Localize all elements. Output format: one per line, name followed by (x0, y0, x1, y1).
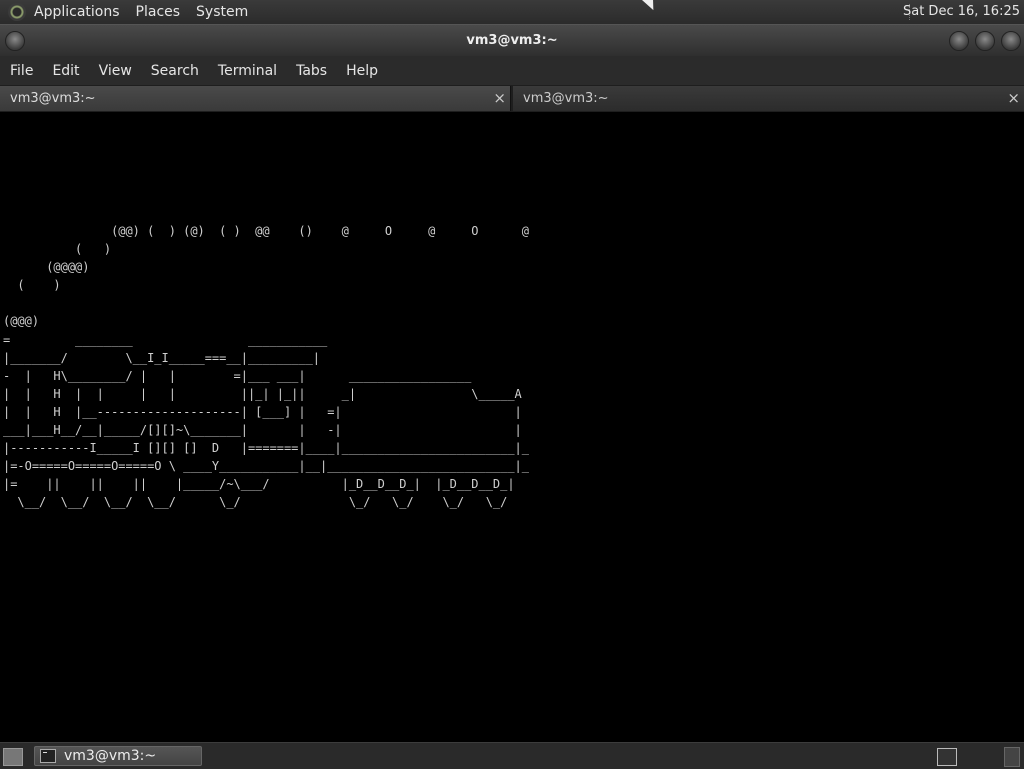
menu-tabs[interactable]: Tabs (286, 63, 336, 79)
close-window-button[interactable] (1001, 31, 1021, 51)
applications-menu[interactable]: Applications (34, 4, 120, 20)
tab-label: vm3@vm3:~ (10, 91, 96, 106)
top-panel: Applications Places System Sat Dec 16, 1… (0, 0, 1024, 24)
menu-view[interactable]: View (89, 63, 141, 79)
menubar: File Edit View Search Terminal Tabs Help (0, 56, 1024, 85)
terminal-area[interactable]: (@@) ( ) (@) ( ) @@ () @ O @ O @ ( ) (@@… (0, 112, 1024, 742)
terminal-icon (40, 749, 56, 763)
window-titlebar[interactable]: vm3@vm3:~ (0, 24, 1024, 57)
terminal-output: (@@) ( ) (@) ( ) @@ () @ O @ O @ ( ) (@@… (3, 224, 529, 510)
system-menu[interactable]: System (196, 4, 248, 20)
tab-1[interactable]: vm3@vm3:~ × (0, 86, 511, 111)
show-desktop-icon[interactable] (3, 748, 23, 766)
menu-search[interactable]: Search (141, 63, 208, 79)
tab-2[interactable]: vm3@vm3:~ × (513, 86, 1024, 111)
menu-file[interactable]: File (0, 63, 42, 79)
window-title: vm3@vm3:~ (466, 33, 558, 48)
menu-help[interactable]: Help (336, 63, 387, 79)
menu-terminal[interactable]: Terminal (208, 63, 286, 79)
bottom-panel: vm3@vm3:~ (0, 742, 1024, 769)
taskbar-button-terminal[interactable]: vm3@vm3:~ (34, 746, 202, 766)
menu-edit[interactable]: Edit (42, 63, 88, 79)
places-menu[interactable]: Places (136, 4, 181, 20)
minimize-button[interactable] (949, 31, 969, 51)
terminal-tray-icon[interactable] (937, 748, 957, 766)
gnome-foot-icon[interactable] (8, 3, 26, 21)
close-icon[interactable]: × (493, 89, 506, 107)
trash-icon[interactable] (1004, 747, 1020, 767)
maximize-button[interactable] (975, 31, 995, 51)
close-icon[interactable]: × (1007, 89, 1020, 107)
clock[interactable]: Sat Dec 16, 16:25 (903, 4, 1020, 19)
taskbar-button-label: vm3@vm3:~ (64, 748, 157, 764)
tab-label: vm3@vm3:~ (523, 91, 609, 106)
tab-bar: vm3@vm3:~ × vm3@vm3:~ × (0, 85, 1024, 112)
